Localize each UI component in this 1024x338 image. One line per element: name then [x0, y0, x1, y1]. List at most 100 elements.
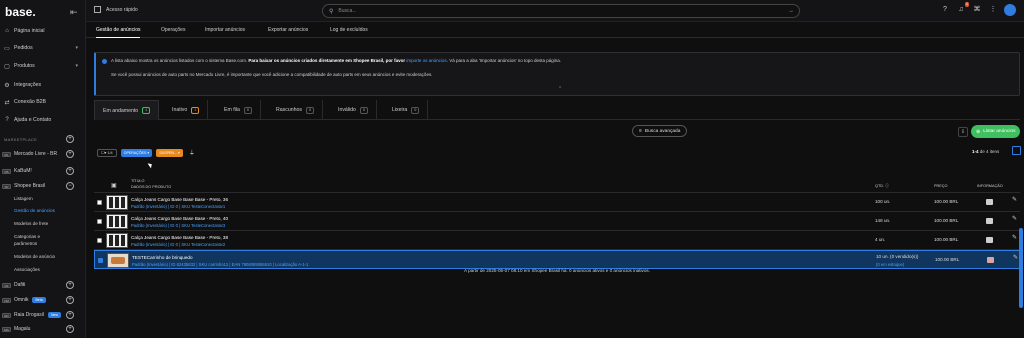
help-icon[interactable]: ?: [940, 5, 950, 15]
sidebar-item-omnik[interactable]: OM Omnik Beta +: [2, 294, 86, 306]
network-icon[interactable]: ⌘: [972, 5, 982, 15]
shopee-sub-listagem[interactable]: Listagem: [14, 196, 33, 201]
edit-icon[interactable]: ✎: [1012, 215, 1017, 222]
shopee-sub-gestao[interactable]: Gestão de anúncios: [14, 208, 55, 213]
search-input[interactable]: ⚲ Busca... →: [322, 4, 800, 18]
info-icon: [102, 59, 107, 64]
status-tab-rascunhos[interactable]: Rascunhos 0: [268, 100, 324, 120]
bulk-select-dropdown[interactable]: ☐▾ 1/4: [97, 148, 117, 157]
row-checkbox[interactable]: [98, 258, 103, 263]
table-row-selected[interactable]: TESTECarrinho de brinquedo Padrão (Inven…: [94, 250, 1020, 269]
collapse-icon[interactable]: −: [66, 182, 74, 190]
page-size-selector[interactable]: [1012, 146, 1021, 155]
status-tab-inativo[interactable]: Inativo 1: [164, 100, 209, 120]
tab-importar[interactable]: Importar anúncios: [205, 27, 245, 33]
import-link[interactable]: importe os anúncios: [406, 58, 446, 63]
info-flag-icon[interactable]: [986, 218, 993, 224]
operations-button[interactable]: OPERAÇÕES ▾: [120, 148, 153, 157]
sidebar-item-help[interactable]: ? Ajuda e Contato: [0, 113, 86, 127]
sidebar-item-integrations[interactable]: ⚙ Integrações: [0, 78, 86, 92]
tab-exportar[interactable]: Exportar anúncios: [268, 27, 308, 33]
product-meta[interactable]: Padrão (Inventário) | ID 0 | SKU TesteCo…: [131, 223, 225, 228]
mouse-cursor-icon: [147, 161, 154, 169]
status-tab-lixeira[interactable]: Lixeira 0: [384, 100, 429, 120]
sidebar-toggle-icon: [94, 6, 101, 13]
download-icon[interactable]: ⇩: [958, 127, 968, 137]
sidebar-item-raia[interactable]: RD Raia Drogasil New +: [2, 309, 86, 321]
filter-icon: ≡: [639, 128, 642, 134]
edit-icon[interactable]: ✎: [1012, 234, 1017, 241]
sidebar-item-products[interactable]: ▢ Produtos ▾: [0, 59, 86, 73]
status-tab-invalido[interactable]: Inválido 0: [330, 100, 378, 120]
edit-icon[interactable]: ✎: [1013, 254, 1018, 261]
table-row[interactable]: Calça Jeans Cargo Base Base Base - Preto…: [94, 212, 1020, 231]
product-name[interactable]: Calça Jeans Cargo Base Base Base - Preto…: [131, 216, 228, 221]
edit-icon[interactable]: ✎: [1012, 196, 1017, 203]
add-icon[interactable]: +: [66, 296, 74, 304]
quick-access-button[interactable]: Acesso rápido: [94, 6, 138, 13]
info-flag-icon[interactable]: [986, 199, 993, 205]
marketplace-logo: ML: [2, 151, 11, 157]
table-row[interactable]: Calça Jeans Cargo Base Base Base - Preto…: [94, 193, 1020, 212]
product-meta[interactable]: Padrão (Inventário) | ID 0 | SKU TesteCo…: [131, 204, 225, 209]
sidebar-item-magalu[interactable]: MG Magalu +: [2, 323, 86, 335]
sidebar-item-mercadolivre[interactable]: ML Mercado Livre - BR +: [2, 148, 86, 160]
info-flag-icon[interactable]: [986, 237, 993, 243]
status-tab-label: Em fila: [224, 107, 240, 113]
info-flag-icon[interactable]: [987, 257, 994, 263]
add-icon[interactable]: +: [66, 311, 74, 319]
shopee-sub-categorias[interactable]: Categorias e: [14, 234, 40, 239]
add-marketplace-icon[interactable]: +: [66, 135, 74, 143]
scrollbar[interactable]: [1019, 228, 1023, 308]
grid-icon[interactable]: ⋮: [988, 5, 998, 15]
status-tab-label: Inválido: [338, 107, 356, 113]
product-qty: 148 un.: [875, 218, 891, 223]
product-meta[interactable]: Padrão (Inventário) | ID 0 | SKU TesteCo…: [131, 242, 225, 247]
status-tab-em-fila[interactable]: Em fila 0: [216, 100, 261, 120]
row-checkbox[interactable]: [97, 238, 102, 243]
add-icon[interactable]: +: [66, 150, 74, 158]
operations-label: OPERAÇÕES: [123, 150, 147, 155]
row-checkbox[interactable]: [97, 219, 102, 224]
advanced-search-button[interactable]: ≡ Busca avançada: [632, 125, 688, 137]
shopee-sub-associacoes[interactable]: Associações: [14, 267, 40, 272]
status-tab-em-andamento[interactable]: Em andamento 4: [94, 100, 160, 120]
header-info: INFORMAÇÃO: [977, 184, 1003, 188]
row-checkbox[interactable]: [97, 200, 102, 205]
sidebar-item-kabum[interactable]: KB KaBuM! +: [2, 165, 86, 177]
add-icon[interactable]: +: [66, 281, 74, 289]
info-circle-icon: ⓘ: [885, 184, 889, 188]
bell-icon[interactable]: ♫ 1: [956, 2, 969, 15]
shopee-sub-modelos[interactable]: Modelos de anúncio: [14, 254, 55, 259]
filter-icon[interactable]: ⏚: [189, 148, 195, 157]
advanced-search-label: Busca avançada: [644, 128, 681, 134]
product-qty-note[interactable]: (0 em estoque): [876, 262, 904, 267]
status-tab-label: Rascunhos: [276, 107, 302, 113]
sidebar-item-home[interactable]: ⌂ Página inicial: [0, 24, 86, 38]
product-name[interactable]: Calça Jeans Cargo Base Base Base - Preto…: [131, 235, 228, 240]
add-icon[interactable]: +: [66, 325, 74, 333]
add-icon[interactable]: +: [66, 167, 74, 175]
chevron-up-icon[interactable]: ⌃: [558, 86, 562, 92]
product-meta[interactable]: Padrão (Inventário) | ID 62435832 | SKU …: [132, 262, 308, 267]
sidebar-item-shopee[interactable]: SP Shopee Brasil −: [2, 180, 86, 192]
shopee-sub-frete[interactable]: Modelos de frete: [14, 221, 48, 226]
tab-log[interactable]: Log de excluídos: [330, 27, 368, 33]
sidebar-item-b2b[interactable]: ⇄ Conexão B2B: [0, 95, 86, 109]
sidebar-collapse-icon[interactable]: ⇤: [70, 7, 80, 17]
avatar[interactable]: [1004, 4, 1016, 16]
header-qty[interactable]: QTD. ⓘ: [875, 184, 889, 189]
arrow-right-icon[interactable]: →: [788, 8, 794, 14]
product-name[interactable]: Calça Jeans Cargo Base Base Base - Preto…: [131, 197, 228, 202]
tab-gestao[interactable]: Gestão de anúncios: [96, 27, 141, 38]
info-text: A lista abaixo mostra os anúncios listad…: [111, 58, 248, 63]
list-listings-button[interactable]: ⊕ Listar anúncios: [971, 125, 1021, 138]
suspend-button[interactable]: SUSPEN... ▾: [156, 148, 183, 157]
sidebar-item-dafiti[interactable]: DF Dafiti +: [2, 279, 86, 291]
chevron-down-icon: ▾: [75, 63, 78, 69]
table-row[interactable]: Calça Jeans Cargo Base Base Base - Preto…: [94, 231, 1020, 250]
product-name[interactable]: TESTECarrinho de brinquedo: [132, 255, 193, 260]
shopee-sub-parametros[interactable]: parâmetros: [14, 241, 37, 246]
tab-operacoes[interactable]: Operações: [161, 27, 185, 33]
sidebar-item-orders[interactable]: ▭ Pedidos ▾: [0, 41, 86, 55]
